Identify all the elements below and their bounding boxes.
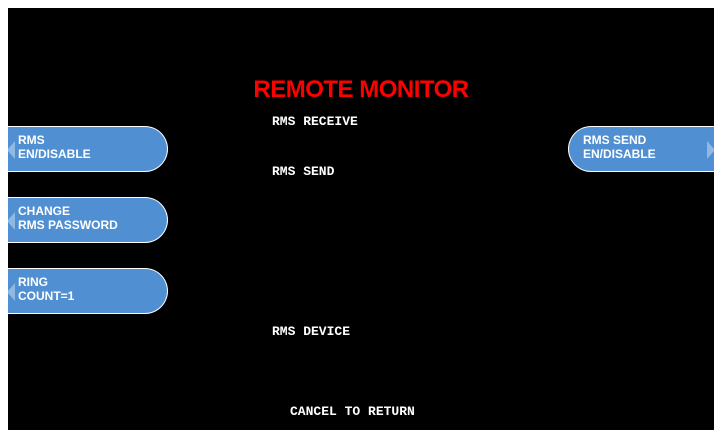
arrow-left-icon <box>8 212 15 230</box>
rms-receive-label: RMS RECEIVE <box>272 114 358 129</box>
rms-enable-disable-button[interactable]: RMS EN/DISABLE <box>8 126 168 172</box>
ring-count-button[interactable]: RING COUNT=1 <box>8 268 168 314</box>
arrow-right-icon <box>707 141 714 159</box>
rms-send-enable-disable-button[interactable]: RMS SEND EN/DISABLE <box>568 126 714 172</box>
button-label-line1: RMS SEND <box>583 133 647 147</box>
button-label-line2: EN/DISABLE <box>18 147 91 161</box>
button-label-line2: COUNT=1 <box>18 289 75 303</box>
button-label-line2: EN/DISABLE <box>583 147 656 161</box>
button-label-line1: RMS <box>18 133 45 147</box>
button-label-line2: RMS PASSWORD <box>18 218 118 232</box>
page-title: REMOTE MONITOR <box>253 76 469 103</box>
atm-screen: REMOTE MONITOR RMS RECEIVE RMS SEND RMS … <box>8 8 714 430</box>
arrow-left-icon <box>8 141 15 159</box>
arrow-left-icon <box>8 283 15 301</box>
change-rms-password-button[interactable]: CHANGE RMS PASSWORD <box>8 197 168 243</box>
rms-device-label: RMS DEVICE <box>272 324 351 339</box>
rms-send-label: RMS SEND <box>272 164 335 179</box>
cancel-to-return-label: CANCEL TO RETURN <box>290 404 415 419</box>
button-label-line1: RING <box>18 275 48 289</box>
button-label-line1: CHANGE <box>18 204 71 218</box>
